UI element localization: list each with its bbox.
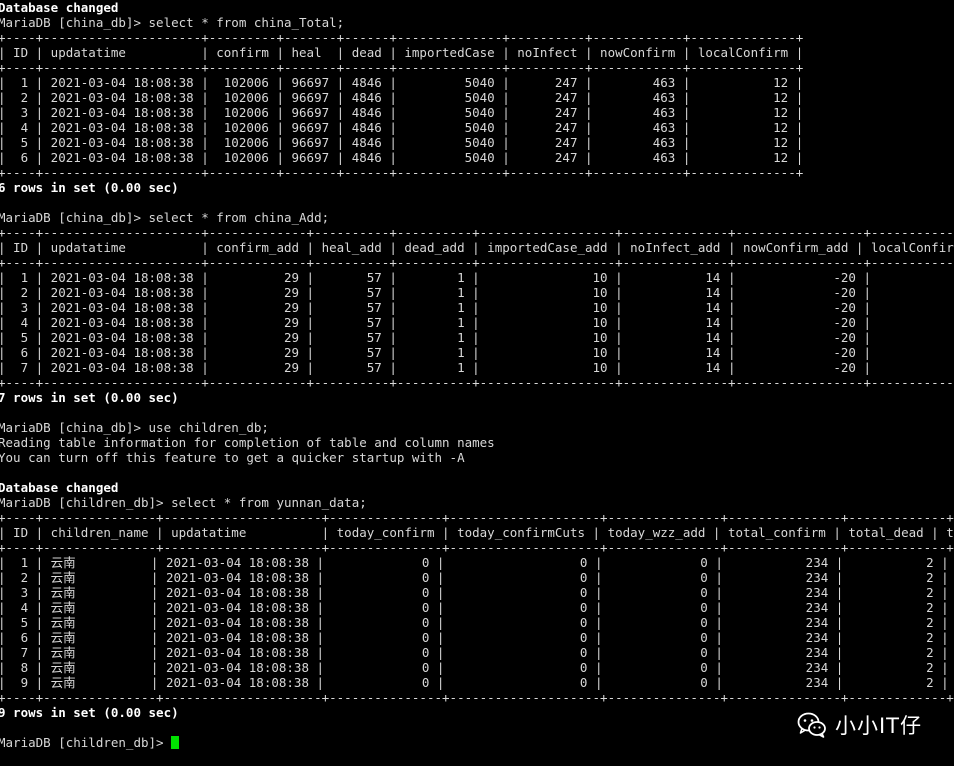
terminal-line: +----+---------------------+------------… (0, 255, 954, 270)
terminal-line: | 1 | 云南 | 2021-03-04 18:08:38 | 0 | 0 |… (0, 555, 954, 570)
terminal-line: MariaDB [children_db]> select * from yun… (0, 495, 367, 510)
terminal-line: | 2 | 2021-03-04 18:08:38 | 29 | 57 | 1 … (0, 285, 954, 300)
terminal-window[interactable]: Database changed MariaDB [china_db]> sele… (0, 0, 954, 766)
terminal-line: +----+---------------------+------------… (0, 225, 954, 240)
terminal-line: +----+---------------------+---------+--… (0, 60, 804, 75)
terminal-line: Database changed (0, 480, 119, 495)
terminal-line: +----+---------------+------------------… (0, 510, 954, 525)
terminal-line: +----+---------------+------------------… (0, 690, 954, 705)
terminal-line: | 5 | 云南 | 2021-03-04 18:08:38 | 0 | 0 |… (0, 615, 954, 630)
terminal-line: | 2 | 2021-03-04 18:08:38 | 102006 | 966… (0, 90, 804, 105)
terminal-line: MariaDB [china_db]> select * from china_… (0, 210, 330, 225)
terminal-line: | 4 | 云南 | 2021-03-04 18:08:38 | 0 | 0 |… (0, 600, 954, 615)
terminal-line: | 1 | 2021-03-04 18:08:38 | 102006 | 966… (0, 75, 804, 90)
terminal-line: Reading table information for completion… (0, 435, 495, 450)
terminal-line: | 3 | 云南 | 2021-03-04 18:08:38 | 0 | 0 |… (0, 585, 954, 600)
prompt-text: MariaDB [children_db]> (0, 735, 172, 750)
terminal-line: | 9 | 云南 | 2021-03-04 18:08:38 | 0 | 0 |… (0, 675, 954, 690)
terminal-line: | 4 | 2021-03-04 18:08:38 | 102006 | 966… (0, 120, 804, 135)
terminal-line: | ID | updatatime | confirm | heal | dea… (0, 45, 804, 60)
terminal-line: | 5 | 2021-03-04 18:08:38 | 102006 | 966… (0, 135, 804, 150)
terminal-line: +----+---------------------+------------… (0, 375, 954, 390)
terminal-line: MariaDB [china_db]> use children_db; (0, 420, 269, 435)
text-cursor (171, 736, 180, 749)
terminal-line: | 2 | 云南 | 2021-03-04 18:08:38 | 0 | 0 |… (0, 570, 954, 585)
wechat-icon (797, 712, 826, 738)
terminal-line: | 5 | 2021-03-04 18:08:38 | 29 | 57 | 1 … (0, 330, 954, 345)
terminal-line: | 8 | 云南 | 2021-03-04 18:08:38 | 0 | 0 |… (0, 660, 954, 675)
terminal-line: MariaDB [china_db]> select * from china_… (0, 15, 345, 30)
terminal-line: | ID | children_name | updatatime | toda… (0, 525, 954, 540)
terminal-line: | 3 | 2021-03-04 18:08:38 | 29 | 57 | 1 … (0, 300, 954, 315)
terminal-line: Database changed (0, 0, 119, 15)
terminal-line: +----+---------------------+---------+--… (0, 165, 804, 180)
terminal-line: | 7 | 云南 | 2021-03-04 18:08:38 | 0 | 0 |… (0, 645, 954, 660)
terminal-line: | 6 | 2021-03-04 18:08:38 | 29 | 57 | 1 … (0, 345, 954, 360)
terminal-line: | 3 | 2021-03-04 18:08:38 | 102006 | 966… (0, 105, 804, 120)
terminal-line: You can turn off this feature to get a q… (0, 450, 465, 465)
watermark: 小小IT仔 (797, 710, 922, 740)
terminal-line: 7 rows in set (0.00 sec) (0, 390, 179, 405)
terminal-line: | 4 | 2021-03-04 18:08:38 | 29 | 57 | 1 … (0, 315, 954, 330)
terminal-line: +----+---------------+------------------… (0, 540, 954, 555)
watermark-label: 小小IT仔 (834, 714, 922, 738)
terminal-line: 6 rows in set (0.00 sec) (0, 180, 179, 195)
terminal-line: +----+---------------------+---------+--… (0, 30, 804, 45)
terminal-line: | 1 | 2021-03-04 18:08:38 | 29 | 57 | 1 … (0, 270, 954, 285)
terminal-line: | 6 | 云南 | 2021-03-04 18:08:38 | 0 | 0 |… (0, 630, 954, 645)
terminal-line: | 7 | 2021-03-04 18:08:38 | 29 | 57 | 1 … (0, 360, 954, 375)
terminal-line: | 6 | 2021-03-04 18:08:38 | 102006 | 966… (0, 150, 804, 165)
terminal-output: Database changed MariaDB [china_db]> sele… (0, 0, 954, 750)
terminal-line: | ID | updatatime | confirm_add | heal_a… (0, 240, 954, 255)
